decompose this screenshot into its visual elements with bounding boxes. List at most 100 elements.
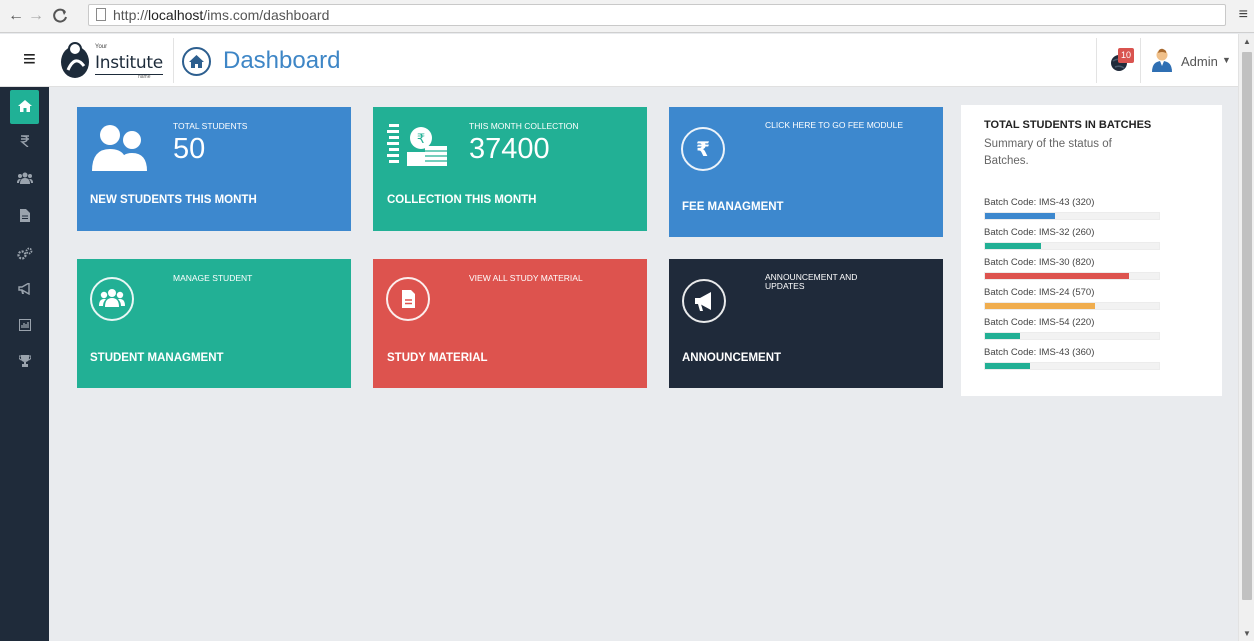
browser-toolbar: ← → http://localhost/ims.com/dashboard ≡ <box>0 0 1254 33</box>
scroll-down-icon[interactable]: ▼ <box>1243 629 1251 638</box>
sidebar-item-students[interactable] <box>0 162 49 196</box>
sidebar-item-settings[interactable] <box>0 237 49 271</box>
batch-row: Batch Code: IMS-43 (360) <box>984 347 1164 377</box>
batch-label: Batch Code: IMS-32 (260) <box>984 227 1095 238</box>
header-divider <box>1096 38 1097 83</box>
bullhorn-icon <box>17 281 30 296</box>
notification-badge: 10 <box>1118 48 1134 63</box>
cogs-icon <box>16 247 32 260</box>
money-icon: ₹ <box>387 124 447 166</box>
panel-subtitle: Summary of the status of Batches. <box>984 138 1112 167</box>
total-students-value: 50 <box>173 133 206 165</box>
student-management-card[interactable]: MANAGE STUDENT STUDENT MANAGMENT <box>77 259 351 388</box>
svg-text:₹: ₹ <box>417 132 425 147</box>
browser-menu-icon[interactable]: ≡ <box>1239 6 1248 24</box>
batch-progress-bar <box>984 212 1160 220</box>
batches-panel: TOTAL STUDENTS IN BATCHES Summary of the… <box>961 105 1222 396</box>
fee-management-card[interactable]: ₹ CLICK HERE TO GO FEE MODULE FEE MANAGM… <box>669 107 943 237</box>
users-icon <box>16 172 33 184</box>
sidebar-item-fees[interactable] <box>0 125 49 159</box>
card-small-title[interactable]: MANAGE STUDENT <box>173 274 252 283</box>
announcement-card[interactable]: ANNOUNCEMENT AND UPDATES ANNOUNCEMENT <box>669 259 943 388</box>
batch-progress-bar <box>984 242 1160 250</box>
batch-label: Batch Code: IMS-43 (360) <box>984 347 1095 358</box>
card-label: NEW STUDENTS THIS MONTH <box>90 194 257 206</box>
sidebar-item-achievements[interactable] <box>0 345 49 379</box>
chevron-down-icon[interactable]: ▼ <box>1222 55 1231 65</box>
new-students-card[interactable]: TOTAL STUDENTS 50 NEW STUDENTS THIS MONT… <box>77 107 351 231</box>
card-small-title[interactable]: VIEW ALL STUDY MATERIAL <box>469 274 583 283</box>
sidebar-item-study-material[interactable] <box>0 199 49 233</box>
header-divider <box>173 38 174 83</box>
batch-label: Batch Code: IMS-24 (570) <box>984 287 1095 298</box>
user-name[interactable]: Admin <box>1181 54 1218 69</box>
card-small-title[interactable]: CLICK HERE TO GO FEE MODULE <box>765 121 905 130</box>
batch-row: Batch Code: IMS-54 (220) <box>984 317 1164 347</box>
batch-progress-bar <box>984 302 1160 310</box>
batch-label: Batch Code: IMS-43 (320) <box>984 197 1095 208</box>
batch-row: Batch Code: IMS-43 (320) <box>984 197 1164 227</box>
card-small-title: TOTAL STUDENTS <box>173 121 248 131</box>
batch-progress-bar <box>984 332 1160 340</box>
batch-progress-fill <box>985 333 1020 339</box>
logo-small-text: Your <box>95 44 108 50</box>
app-header: ≡ Your Institute name Dashboard 10 Admin… <box>0 34 1238 87</box>
forward-icon[interactable]: → <box>26 6 46 26</box>
home-icon <box>17 100 32 112</box>
back-icon[interactable]: ← <box>6 6 26 26</box>
hamburger-menu-icon[interactable]: ≡ <box>23 48 36 70</box>
institute-logo[interactable]: Your Institute name <box>60 40 165 80</box>
card-label: FEE MANAGMENT <box>682 201 784 213</box>
batch-progress-fill <box>985 243 1041 249</box>
batch-progress-fill <box>985 213 1055 219</box>
rupee-icon <box>19 135 29 148</box>
file-icon <box>19 209 30 222</box>
file-icon <box>386 277 430 321</box>
batch-progress-bar <box>984 272 1160 280</box>
page-title: Dashboard <box>223 47 341 74</box>
scroll-up-icon[interactable]: ▲ <box>1243 37 1251 46</box>
collection-value: 37400 <box>469 133 550 165</box>
sidebar <box>0 87 49 641</box>
scrollbar-thumb[interactable] <box>1242 52 1252 600</box>
card-label: COLLECTION THIS MONTH <box>387 194 537 206</box>
card-small-title: THIS MONTH COLLECTION <box>469 121 579 131</box>
sidebar-item-home[interactable] <box>10 90 39 124</box>
card-label: STUDY MATERIAL <box>387 352 488 364</box>
card-label: ANNOUNCEMENT <box>682 352 782 364</box>
batch-label: Batch Code: IMS-30 (820) <box>984 257 1095 268</box>
page-icon <box>96 8 106 21</box>
rupee-icon: ₹ <box>681 127 725 171</box>
bullhorn-icon <box>682 279 726 323</box>
card-small-title[interactable]: ANNOUNCEMENT AND UPDATES <box>765 273 895 291</box>
collection-card[interactable]: ₹ THIS MONTH COLLECTION 37400 COLLECTION… <box>373 107 647 231</box>
address-bar[interactable]: http://localhost/ims.com/dashboard <box>88 4 1226 26</box>
svg-text:₹: ₹ <box>696 137 710 161</box>
user-avatar[interactable] <box>1151 48 1173 72</box>
panel-title: TOTAL STUDENTS IN BATCHES <box>984 119 1152 131</box>
notification-button[interactable]: 10 <box>1110 48 1138 72</box>
chart-icon <box>18 319 31 331</box>
vertical-scrollbar[interactable]: ▲ ▼ <box>1238 34 1254 641</box>
study-material-card[interactable]: VIEW ALL STUDY MATERIAL STUDY MATERIAL <box>373 259 647 388</box>
sidebar-item-announcement[interactable] <box>0 273 49 307</box>
batch-progress-bar <box>984 362 1160 370</box>
sidebar-item-reports[interactable] <box>0 309 49 343</box>
batch-progress-fill <box>985 273 1130 279</box>
logo-sub-text: name <box>138 74 151 80</box>
header-divider <box>1140 38 1141 83</box>
batch-progress-fill <box>985 363 1031 369</box>
batch-label: Batch Code: IMS-54 (220) <box>984 317 1095 328</box>
batch-row: Batch Code: IMS-24 (570) <box>984 287 1164 317</box>
url-text: http://localhost/ims.com/dashboard <box>113 7 330 23</box>
batch-progress-fill <box>985 303 1095 309</box>
batch-row: Batch Code: IMS-30 (820) <box>984 257 1164 287</box>
reload-icon[interactable] <box>50 6 70 26</box>
users-icon <box>92 125 147 171</box>
logo-mark-icon <box>61 42 89 78</box>
home-circle-icon[interactable] <box>182 47 211 76</box>
users-icon <box>90 277 134 321</box>
card-label: STUDENT MANAGMENT <box>90 352 224 364</box>
logo-main-text: Institute <box>95 53 163 75</box>
trophy-icon <box>17 355 32 367</box>
